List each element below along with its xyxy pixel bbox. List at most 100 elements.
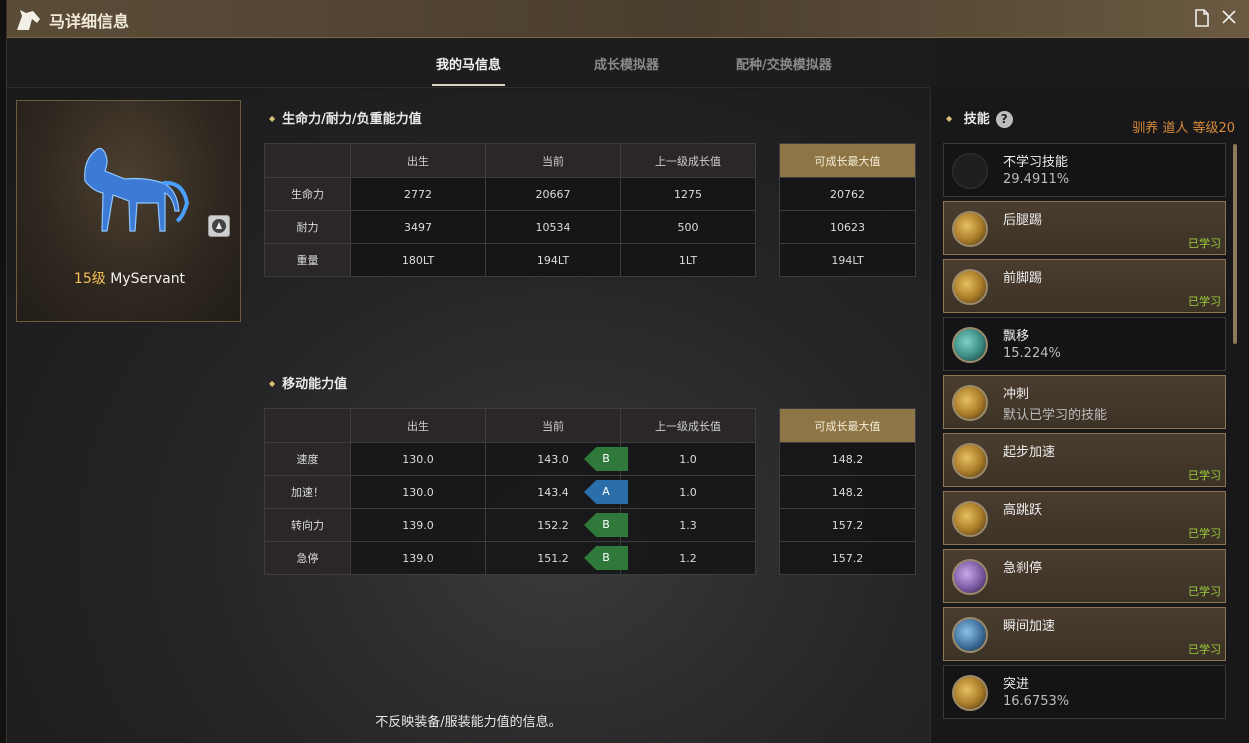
col-header-birth: 出生: [350, 143, 486, 178]
learned-badge: 已学习: [1188, 643, 1221, 656]
row-label: 转向力: [264, 508, 351, 542]
learned-badge: 已学习: [1188, 527, 1221, 540]
col-header-current: 当前: [485, 408, 621, 443]
skill-name: 后腿踢: [1003, 213, 1043, 228]
move-table: 出生 当前 上一级成长值 速度 130.0 143.0 1.0 加速！ 130.…: [264, 408, 756, 575]
stats-max-table: 可成长最大值 20762 10623 194LT: [779, 143, 916, 277]
learned-badge: 已学习: [1188, 295, 1221, 308]
start-accel-skill-icon: [952, 443, 988, 479]
table-row: 加速！ 130.0 143.4 1.0: [264, 475, 756, 509]
tab-breeding-simulator[interactable]: 配种/交换模拟器: [736, 54, 832, 73]
tab-my-horse-info[interactable]: 我的马信息: [431, 54, 506, 86]
skill-note: 默认已学习的技能: [1003, 408, 1108, 423]
tab-bar: 我的马信息 成长模拟器 配种/交换模拟器: [7, 38, 930, 88]
cell-max: 194LT: [779, 243, 916, 277]
cell-birth: 139.0: [350, 508, 486, 542]
skill-chance: 16.6753%: [1003, 694, 1070, 709]
cell-last-growth: 1275: [620, 177, 756, 211]
cell-last-growth: 1LT: [620, 243, 756, 277]
drift-skill-icon: [952, 327, 988, 363]
skills-scrollbar[interactable]: [1233, 144, 1237, 344]
rear-kick-skill-icon: [952, 211, 988, 247]
skills-title-text: 技能: [963, 112, 990, 127]
col-header-last-growth: 上一级成长值: [620, 408, 756, 443]
skill-item[interactable]: 冲刺 默认已学习的技能: [943, 375, 1226, 429]
table-row: 转向力 139.0 152.2 1.3: [264, 508, 756, 542]
learned-badge: 已学习: [1188, 237, 1221, 250]
cell-current: 20667: [485, 177, 621, 211]
tab-growth-simulator[interactable]: 成长模拟器: [594, 54, 659, 73]
cell-max: 20762: [779, 177, 916, 211]
col-header-birth: 出生: [350, 408, 486, 443]
title-bar: 马详细信息: [7, 0, 1249, 38]
empty-skill-icon: [952, 153, 988, 189]
skill-name: 急刹停: [1003, 561, 1043, 576]
training-level: 驯养 道人 等级20: [1132, 121, 1235, 136]
horse-portrait: [84, 147, 190, 232]
horse-card: 15级 MyServant: [16, 100, 241, 322]
cell-last-growth: 500: [620, 210, 756, 244]
cell-birth: 180LT: [350, 243, 486, 277]
cell-max: 157.2: [779, 541, 916, 575]
table-corner: [264, 143, 351, 178]
skill-name: 高跳跃: [1003, 503, 1043, 518]
skill-chance: 15.224%: [1003, 346, 1061, 361]
row-label: 重量: [264, 243, 351, 277]
front-kick-skill-icon: [952, 269, 988, 305]
cell-birth: 3497: [350, 210, 486, 244]
col-header-current: 当前: [485, 143, 621, 178]
cell-max: 157.2: [779, 508, 916, 542]
skill-item[interactable]: 飘移 15.224%: [943, 317, 1226, 371]
stats-section-title: 生命力/耐力/负重能力值: [269, 108, 422, 127]
move-section-title: 移动能力值: [269, 373, 347, 392]
skill-item[interactable]: 起步加速 已学习: [943, 433, 1226, 487]
skill-chance: 29.4911%: [1003, 172, 1070, 187]
footer-note: 不反映装备/服装能力值的信息。: [375, 715, 562, 730]
table-row: 速度 130.0 143.0 1.0: [264, 442, 756, 476]
row-label: 急停: [264, 541, 351, 575]
horse-head-icon: [17, 10, 40, 30]
cell-max: 10623: [779, 210, 916, 244]
skills-title: 技能?: [946, 108, 1013, 128]
row-label: 速度: [264, 442, 351, 476]
sudden-stop-skill-icon: [952, 559, 988, 595]
skills-panel: 技能? 驯养 道人 等级20 不学习技能 29.4911% 后腿踢 已学习 前脚…: [930, 89, 1249, 743]
row-label: 生命力: [264, 177, 351, 211]
cell-birth: 2772: [350, 177, 486, 211]
window-title: 马详细信息: [49, 12, 130, 31]
col-header-max: 可成长最大值: [779, 143, 916, 178]
skill-item[interactable]: 前脚踢 已学习: [943, 259, 1226, 313]
help-icon[interactable]: ?: [995, 111, 1013, 128]
cell-last-growth: 1.3: [620, 508, 756, 542]
cell-current: 10534: [485, 210, 621, 244]
skill-name: 起步加速: [1003, 445, 1056, 460]
cell-last-growth: 1.2: [620, 541, 756, 575]
cell-last-growth: 1.0: [620, 475, 756, 509]
rotate-view-button[interactable]: [208, 215, 230, 237]
table-row: 生命力 2772 20667 1275: [264, 177, 756, 211]
skill-item[interactable]: 不学习技能 29.4911%: [943, 143, 1226, 197]
table-row: 急停 139.0 151.2 1.2: [264, 541, 756, 575]
skill-item[interactable]: 突进 16.6753%: [943, 665, 1226, 719]
learned-badge: 已学习: [1188, 469, 1221, 482]
cell-last-growth: 1.0: [620, 442, 756, 476]
row-label: 加速！: [264, 475, 351, 509]
skill-item[interactable]: 急刹停 已学习: [943, 549, 1226, 603]
cell-max: 148.2: [779, 442, 916, 476]
col-header-max: 可成长最大值: [779, 408, 916, 443]
skill-name: 飘移: [1003, 329, 1030, 344]
skill-item[interactable]: 瞬间加速 已学习: [943, 607, 1226, 661]
document-icon[interactable]: [1192, 9, 1212, 29]
horse-level: 15级: [73, 271, 106, 287]
cell-current: 194LT: [485, 243, 621, 277]
skill-name: 前脚踢: [1003, 271, 1043, 286]
horse-name-label: 15级 MyServant: [17, 268, 242, 288]
col-header-last-growth: 上一级成长值: [620, 143, 756, 178]
table-row: 重量 180LT 194LT 1LT: [264, 243, 756, 277]
horse-name: MyServant: [110, 271, 186, 287]
close-icon[interactable]: [1219, 9, 1239, 29]
cell-birth: 130.0: [350, 442, 486, 476]
skill-item[interactable]: 高跳跃 已学习: [943, 491, 1226, 545]
skill-item[interactable]: 后腿踢 已学习: [943, 201, 1226, 255]
cell-birth: 139.0: [350, 541, 486, 575]
